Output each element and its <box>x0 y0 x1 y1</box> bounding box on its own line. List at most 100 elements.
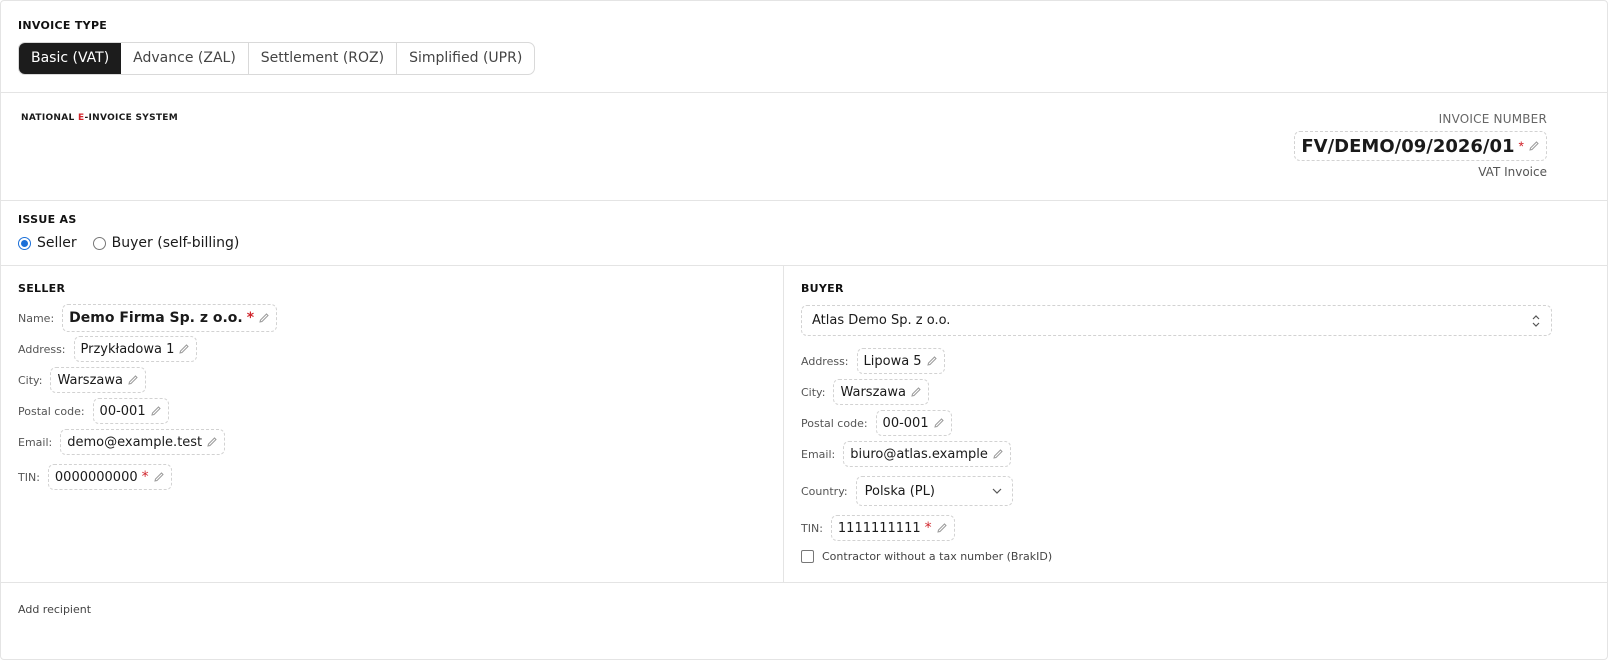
buyer-contractor-select[interactable]: Atlas Demo Sp. z o.o. <box>801 305 1552 336</box>
pencil-icon <box>1529 141 1539 151</box>
buyer-tin-row: TIN: 1111111111 * <box>801 515 955 541</box>
required-mark: * <box>1518 138 1524 154</box>
seller-name-value: Demo Firma Sp. z o.o. <box>69 310 243 326</box>
seller-city-label: City: <box>18 373 43 387</box>
seller-address-row: Address: Przykładowa 1 <box>18 336 198 362</box>
buyer-tin-value: 1111111111 <box>837 520 921 536</box>
seller-city-row: City: Warszawa <box>18 367 146 393</box>
buyer-email-value: biuro@atlas.example <box>850 446 988 462</box>
no-tax-number-label: Contractor without a tax number (BrakID) <box>822 550 1053 563</box>
buyer-tin-label: TIN: <box>801 521 823 535</box>
issue-as-buyer-radio[interactable]: Buyer (self-billing) <box>92 235 239 251</box>
buyer-country-label: Country: <box>801 484 848 498</box>
invoice-type-basic-vat[interactable]: Basic (VAT) <box>19 43 122 74</box>
pencil-icon <box>926 356 937 366</box>
seller-postal-field[interactable]: 00-001 <box>92 398 169 424</box>
issue-as-section: ISSUE AS Seller Buyer (self-billing) <box>1 201 1607 266</box>
pencil-icon <box>993 449 1003 459</box>
required-mark: * <box>924 520 932 536</box>
seller-address-label: Address: <box>18 342 66 356</box>
chevron-up-down-icon <box>1532 314 1540 327</box>
invoice-type-settlement-roz[interactable]: Settlement (ROZ) <box>249 43 398 74</box>
chevron-down-icon <box>992 488 1002 494</box>
seller-address-field[interactable]: Przykładowa 1 <box>73 336 198 362</box>
recipient-section: Add recipient <box>1 583 1607 643</box>
pencil-icon <box>933 418 944 428</box>
buyer-country-select[interactable]: Polska (PL) <box>855 476 1013 506</box>
invoice-header: NATIONAL E-INVOICE SYSTEM INVOICE NUMBER… <box>1 93 1607 201</box>
issue-as-options: Seller Buyer (self-billing) <box>18 235 239 251</box>
radio-empty-icon <box>92 236 106 250</box>
seller-name-row: Name: Demo Firma Sp. z o.o. * <box>18 304 278 332</box>
seller-postal-value: 00-001 <box>99 403 146 419</box>
invoice-type-section: INVOICE TYPE Basic (VAT) Advance (ZAL) S… <box>1 1 1607 93</box>
invoice-type-selector: Basic (VAT) Advance (ZAL) Settlement (RO… <box>18 42 536 75</box>
buyer-contractor-value: Atlas Demo Sp. z o.o. <box>812 313 951 328</box>
pencil-icon <box>207 437 217 447</box>
buyer-city-label: City: <box>801 385 826 399</box>
buyer-address-value: Lipowa 5 <box>863 353 922 369</box>
buyer-postal-value: 00-001 <box>882 415 929 431</box>
buyer-column: BUYER Atlas Demo Sp. z o.o. Address: Lip… <box>784 266 1607 582</box>
seller-tin-field[interactable]: 0000000000 * <box>47 464 172 490</box>
seller-tin-row: TIN: 0000000000 * <box>18 464 172 490</box>
pencil-icon <box>128 375 138 385</box>
system-title: NATIONAL E-INVOICE SYSTEM <box>21 113 178 123</box>
buyer-email-label: Email: <box>801 447 836 461</box>
buyer-postal-label: Postal code: <box>801 416 868 430</box>
seller-city-value: Warszawa <box>57 372 123 388</box>
buyer-address-label: Address: <box>801 354 849 368</box>
pencil-icon <box>259 313 269 323</box>
invoice-number-label: INVOICE NUMBER <box>1438 112 1547 126</box>
pencil-icon <box>153 472 164 482</box>
pencil-icon <box>911 387 921 397</box>
issue-as-seller-radio[interactable]: Seller <box>18 235 77 251</box>
system-title-prefix: NATIONAL <box>21 113 79 123</box>
buyer-tin-field[interactable]: 1111111111 * <box>830 515 955 541</box>
issue-as-title: ISSUE AS <box>18 213 77 226</box>
seller-postal-row: Postal code: 00-001 <box>18 398 169 424</box>
invoice-type-advance-zal[interactable]: Advance (ZAL) <box>121 43 249 74</box>
radio-selected-icon <box>18 236 31 250</box>
buyer-postal-field[interactable]: 00-001 <box>875 410 952 436</box>
pencil-icon <box>936 523 947 533</box>
buyer-city-field[interactable]: Warszawa <box>833 379 929 405</box>
seller-email-field[interactable]: demo@example.test <box>60 429 226 455</box>
parties-section: SELLER Name: Demo Firma Sp. z o.o. * Add… <box>1 266 1607 583</box>
required-mark: * <box>246 310 255 326</box>
buyer-country-row: Country: Polska (PL) <box>801 476 1013 506</box>
buyer-city-value: Warszawa <box>840 384 906 400</box>
pencil-icon <box>179 344 190 354</box>
buyer-email-field[interactable]: biuro@atlas.example <box>843 441 1011 467</box>
buyer-city-row: City: Warszawa <box>801 379 929 405</box>
buyer-title: BUYER <box>801 282 844 295</box>
pencil-icon <box>150 406 161 416</box>
seller-tin-value: 0000000000 <box>54 469 138 485</box>
issue-as-seller-label: Seller <box>37 235 77 251</box>
no-tax-number-checkbox[interactable] <box>801 550 814 563</box>
buyer-address-row: Address: Lipowa 5 <box>801 348 945 374</box>
buyer-address-field[interactable]: Lipowa 5 <box>856 348 945 374</box>
invoice-number-field[interactable]: FV/DEMO/09/2026/01 * <box>1294 131 1547 161</box>
invoice-type-title: INVOICE TYPE <box>18 19 108 32</box>
seller-title: SELLER <box>18 282 66 295</box>
buyer-email-row: Email: biuro@atlas.example <box>801 441 1011 467</box>
seller-name-field[interactable]: Demo Firma Sp. z o.o. * <box>62 304 278 332</box>
system-title-suffix: -INVOICE SYSTEM <box>84 113 179 123</box>
required-mark: * <box>141 469 149 485</box>
seller-tin-label: TIN: <box>18 470 40 484</box>
seller-name-label: Name: <box>18 311 55 325</box>
invoice-number-value: FV/DEMO/09/2026/01 <box>1301 135 1515 157</box>
seller-postal-label: Postal code: <box>18 404 85 418</box>
no-tax-number-checkbox-row[interactable]: Contractor without a tax number (BrakID) <box>801 550 1052 563</box>
invoice-form: INVOICE TYPE Basic (VAT) Advance (ZAL) S… <box>0 0 1608 660</box>
seller-city-field[interactable]: Warszawa <box>50 367 146 393</box>
invoice-type-simplified-upr[interactable]: Simplified (UPR) <box>397 43 534 74</box>
seller-address-value: Przykładowa 1 <box>80 341 175 357</box>
seller-email-row: Email: demo@example.test <box>18 429 226 455</box>
add-recipient-link[interactable]: Add recipient <box>18 603 91 616</box>
seller-email-value: demo@example.test <box>67 434 203 450</box>
buyer-country-value: Polska (PL) <box>864 483 935 499</box>
invoice-kind: VAT Invoice <box>1478 165 1547 179</box>
seller-column: SELLER Name: Demo Firma Sp. z o.o. * Add… <box>1 266 784 582</box>
